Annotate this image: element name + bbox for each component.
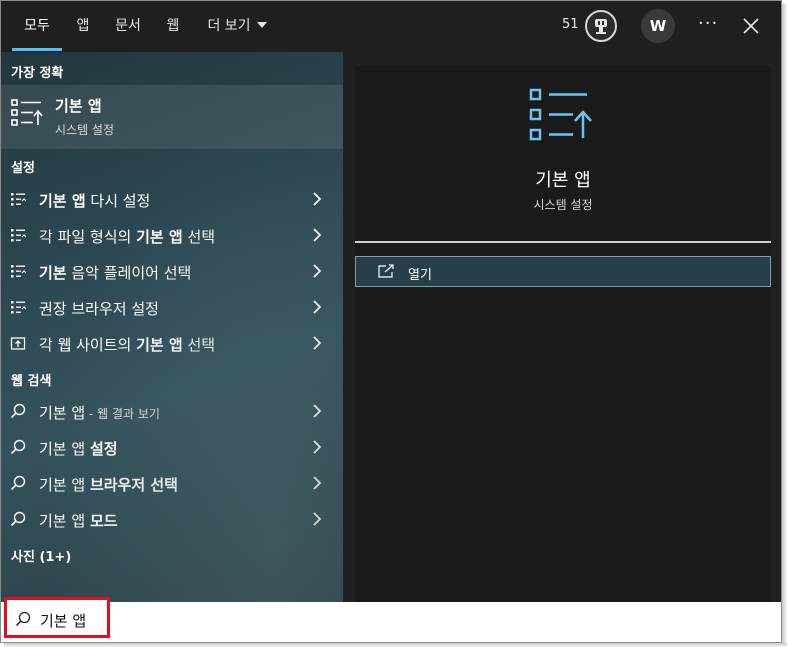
rewards-points: 51 [562, 17, 579, 32]
section-best-match: 가장 정확 [11, 66, 64, 81]
result-label: 기본 앱 다시 설정 [39, 192, 151, 210]
list-settings-icon [11, 229, 26, 242]
preview-subtitle: 시스템 설정 [533, 198, 593, 212]
tab-apps[interactable]: 앱 [69, 1, 97, 52]
search-input[interactable]: 기본 앱 [4, 597, 110, 638]
result-label: 기본 앱 모드 [39, 512, 118, 530]
search-icon [10, 475, 26, 491]
result-label: 기본 앱 - 웹 결과 보기 [39, 404, 160, 422]
result-label: 기본 음악 플레이어 선택 [39, 264, 192, 282]
best-match-subtitle: 시스템 설정 [55, 123, 115, 137]
tab-web[interactable]: 웹 [159, 1, 187, 52]
settings-result-website-defaults[interactable]: 각 웹 사이트의 기본 앱 선택 [1, 325, 343, 361]
open-external-icon [378, 264, 394, 278]
settings-result-default-music-player[interactable]: 기본 음악 플레이어 선택 [1, 253, 343, 289]
close-icon[interactable] [742, 17, 760, 35]
active-tab-indicator [12, 48, 62, 51]
chevron-right-icon [313, 300, 322, 314]
open-button-label: 열기 [408, 268, 432, 283]
user-avatar[interactable]: W [641, 9, 675, 43]
default-apps-icon [529, 88, 592, 141]
search-icon [15, 611, 31, 627]
chevron-right-icon [313, 264, 322, 278]
chevron-right-icon [313, 476, 322, 490]
rewards-trophy-icon[interactable] [585, 10, 617, 42]
search-icon [10, 439, 26, 455]
result-label: 기본 앱 브라우저 선택 [39, 476, 178, 494]
search-icon [10, 403, 26, 419]
search-bar[interactable] [1, 602, 781, 642]
chevron-right-icon [313, 404, 322, 418]
settings-result-file-type-defaults[interactable]: 각 파일 형식의 기본 앱 선택 [1, 217, 343, 253]
window-shadow [782, 4, 787, 644]
settings-result-reset-default-apps[interactable]: 기본 앱 다시 설정 [1, 181, 343, 217]
web-result-view-web-results[interactable]: 기본 앱 - 웹 결과 보기 [1, 393, 343, 429]
tab-more[interactable]: 더 보기 [197, 1, 277, 52]
web-result-default-browser[interactable]: 기본 앱 브라우저 선택 [1, 465, 343, 501]
result-label: 권장 브라우저 설정 [39, 300, 159, 318]
divider [355, 241, 771, 243]
list-settings-icon [11, 265, 26, 278]
preview-title: 기본 앱 [535, 170, 591, 191]
search-window: 모두 앱 문서 웹 더 보기 51 W ··· 가장 정확 기본 앱 시스템 설… [0, 0, 782, 643]
search-query: 기본 앱 [40, 612, 87, 630]
web-default-icon [10, 337, 26, 350]
result-label: 각 웹 사이트의 기본 앱 선택 [39, 336, 216, 354]
result-label: 각 파일 형식의 기본 앱 선택 [39, 228, 216, 246]
settings-result-recommended-browser[interactable]: 권장 브라우저 설정 [1, 289, 343, 325]
web-result-default-app-settings[interactable]: 기본 앱 설정 [1, 429, 343, 465]
chevron-right-icon [313, 440, 322, 454]
list-settings-icon [11, 301, 26, 314]
search-icon [10, 511, 26, 527]
result-label: 기본 앱 설정 [39, 440, 118, 458]
chevron-right-icon [313, 228, 322, 242]
chevron-right-icon [313, 336, 322, 350]
best-match-item[interactable]: 기본 앱 시스템 설정 [1, 85, 343, 149]
section-photos[interactable]: 사진 (1+) [11, 546, 71, 565]
window-shadow [4, 643, 787, 647]
more-options-icon[interactable]: ··· [698, 13, 718, 34]
best-match-title: 기본 앱 [55, 97, 102, 115]
tab-more-label: 더 보기 [207, 18, 251, 34]
section-web-search: 웹 검색 [11, 374, 52, 389]
top-bar: 모두 앱 문서 웹 더 보기 51 W ··· [1, 1, 781, 52]
tab-all[interactable]: 모두 [12, 1, 62, 52]
section-settings: 설정 [11, 161, 35, 176]
default-apps-icon [11, 99, 43, 126]
open-button[interactable]: 열기 [355, 256, 771, 287]
results-panel: 가장 정확 기본 앱 시스템 설정 설정 기본 앱 다시 설정 각 파일 형식의… [1, 52, 343, 602]
tab-documents[interactable]: 문서 [108, 1, 148, 52]
chevron-right-icon [313, 192, 322, 206]
list-settings-icon [11, 193, 26, 206]
preview-panel: 기본 앱 시스템 설정 열기 [355, 66, 771, 602]
web-result-default-app-mode[interactable]: 기본 앱 모드 [1, 501, 343, 537]
caret-down-icon [256, 22, 267, 28]
chevron-right-icon [313, 512, 322, 526]
